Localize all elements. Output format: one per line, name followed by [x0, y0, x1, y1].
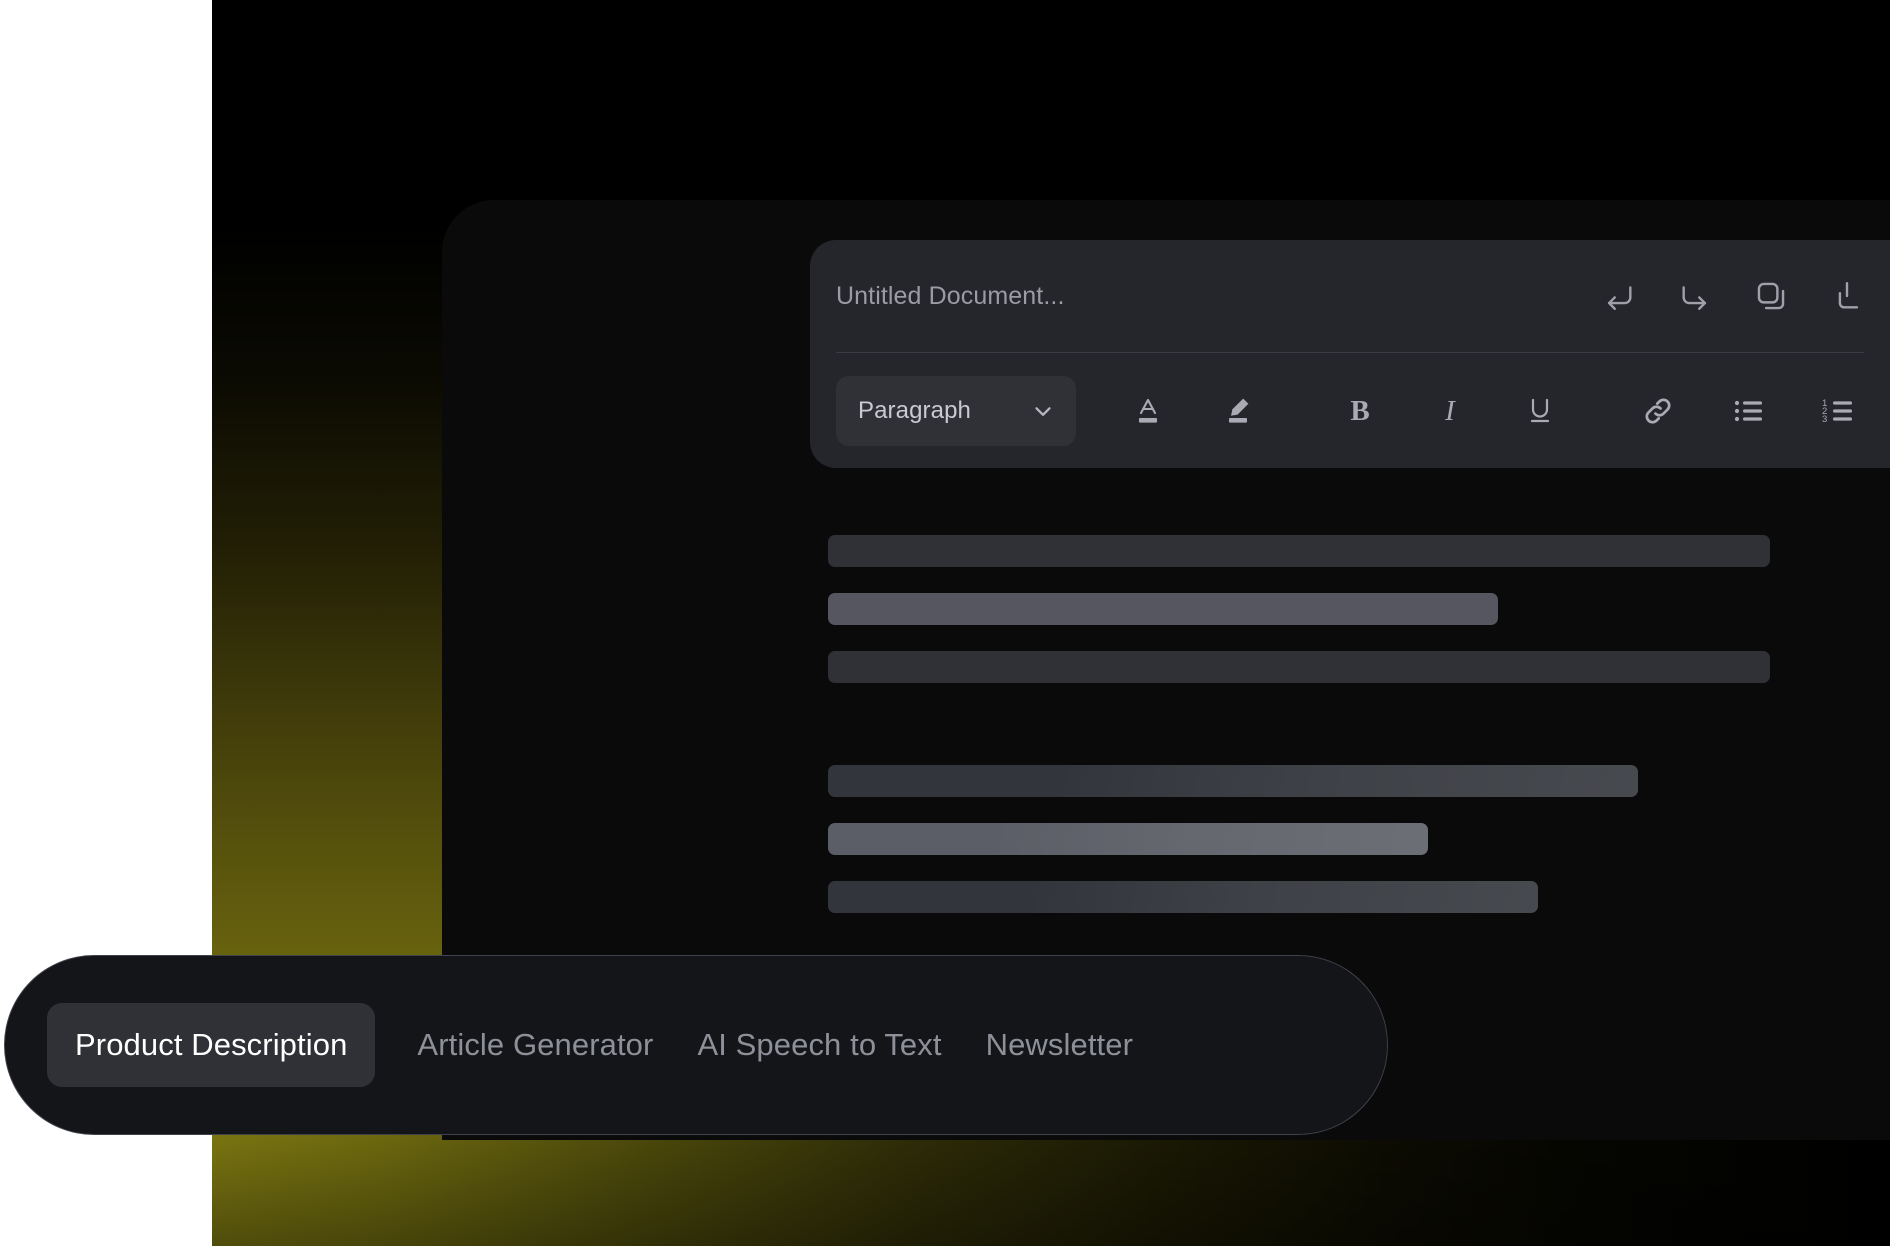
bold-icon[interactable]: B: [1340, 389, 1380, 433]
content-line-placeholder: [828, 651, 1770, 683]
svg-text:I: I: [1444, 395, 1456, 427]
color-tools-group: [1128, 389, 1258, 433]
paragraph-style-select[interactable]: Paragraph: [836, 375, 1076, 446]
tab-newsletter[interactable]: Newsletter: [986, 1027, 1133, 1063]
editor-toolbar-panel: Untitled Document... Paragraph B I 1 2 3: [810, 240, 1890, 468]
share-icon[interactable]: [1830, 279, 1860, 313]
content-line-placeholder: [828, 881, 1538, 913]
document-title[interactable]: Untitled Document...: [836, 282, 1065, 311]
text-color-icon[interactable]: [1128, 389, 1168, 433]
italic-icon[interactable]: I: [1430, 389, 1470, 433]
format-toolbar-row: Paragraph B I 1 2 3: [810, 353, 1890, 468]
highlight-icon[interactable]: [1218, 389, 1258, 433]
document-title-row: Untitled Document...: [810, 240, 1890, 352]
content-line-placeholder: [828, 593, 1498, 625]
tab-ai-speech-to-text[interactable]: AI Speech to Text: [697, 1027, 941, 1063]
bulleted-list-icon[interactable]: [1728, 389, 1768, 433]
tab-overflow-fade: [1137, 956, 1387, 1134]
tool-tab-bar: Product Description Article Generator AI…: [4, 955, 1388, 1135]
tab-product-description[interactable]: Product Description: [47, 1003, 376, 1087]
content-line-placeholder: [828, 765, 1638, 797]
underline-icon[interactable]: [1520, 389, 1560, 433]
link-icon[interactable]: [1638, 389, 1678, 433]
svg-text:B: B: [1350, 395, 1369, 427]
insert-group: 1 2 3: [1638, 389, 1858, 433]
text-style-group: B I: [1340, 389, 1560, 433]
content-line-placeholder: [828, 535, 1770, 567]
header-actions: [1602, 279, 1862, 313]
paragraph-style-value: Paragraph: [858, 396, 971, 424]
content-line-placeholder: [828, 823, 1428, 855]
chevron-down-icon: [1030, 398, 1056, 424]
svg-text:3: 3: [1822, 414, 1827, 425]
tab-article-generator[interactable]: Article Generator: [417, 1027, 653, 1063]
redo-icon[interactable]: [1678, 279, 1712, 313]
numbered-list-icon[interactable]: 1 2 3: [1818, 389, 1858, 433]
undo-icon[interactable]: [1602, 279, 1636, 313]
duplicate-icon[interactable]: [1754, 279, 1788, 313]
